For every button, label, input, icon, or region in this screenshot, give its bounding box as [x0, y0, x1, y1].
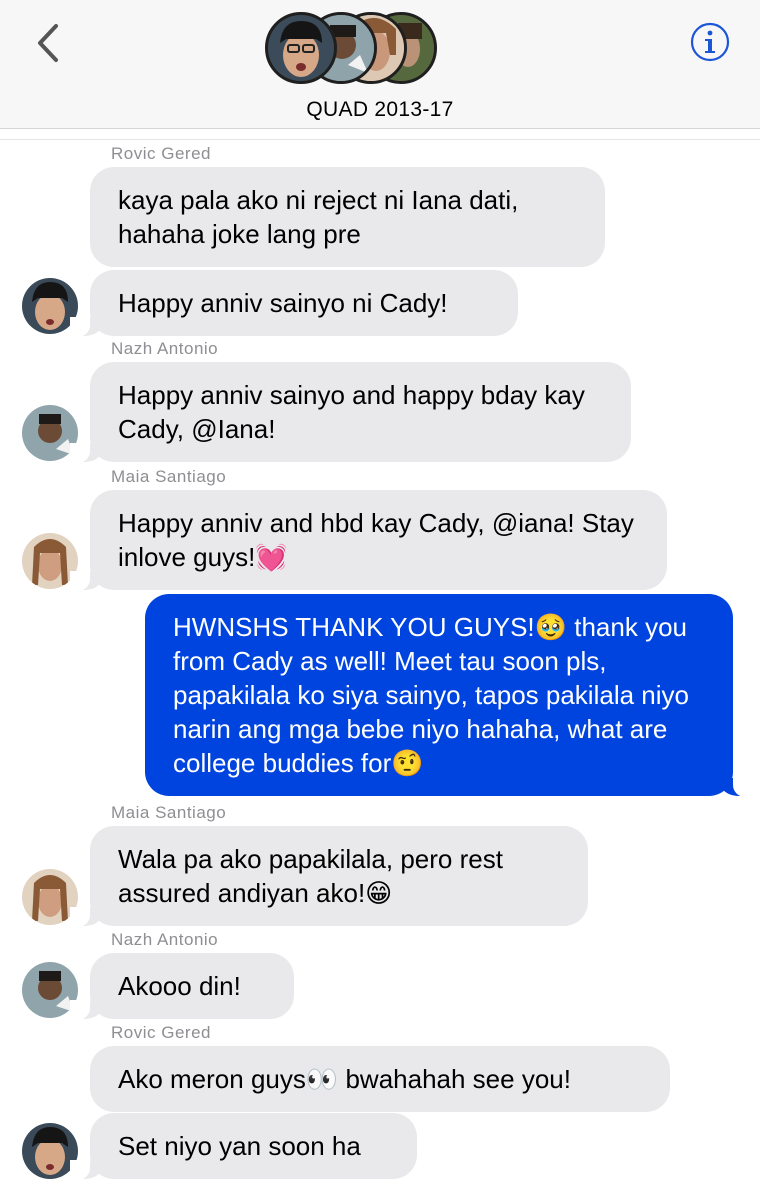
conversation-title[interactable]: QUAD 2013-17 [0, 98, 760, 122]
message-bubble[interactable]: kaya pala ako ni reject ni Iana dati, ha… [90, 167, 605, 267]
avatar [265, 12, 337, 84]
message-bubble[interactable]: Ako meron guys👀 bwahahah see you! [90, 1046, 670, 1112]
message-bubble[interactable]: Happy anniv sainyo ni Cady! [70, 270, 518, 337]
sender-name: Nazh Antonio [111, 339, 219, 358]
message-bubble[interactable]: Happy anniv sainyo and happy bday kay Ca… [70, 362, 631, 463]
sender-name: Nazh Antonio [111, 930, 219, 949]
divider [0, 139, 760, 140]
sender-name: Maia Santiago [111, 467, 227, 486]
message-bubble[interactable]: Set niyo yan soon ha [70, 1113, 417, 1180]
chevron-left-icon [38, 24, 58, 62]
conversation-header: QUAD 2013-17 [0, 0, 760, 129]
info-button[interactable] [690, 22, 730, 62]
message-bubble[interactable]: Happy anniv and hbd kay Cady, @iana! Sta… [70, 490, 667, 591]
message-bubble-outgoing[interactable]: HWNSHS THANK YOU GUYS!🥹 thank you from C… [145, 594, 753, 797]
sender-name: Maia Santiago [111, 803, 227, 822]
message-bubble[interactable]: Wala pa ako papakilala, pero rest assure… [70, 826, 588, 927]
back-button[interactable] [30, 20, 70, 66]
message-bubble[interactable]: Akooo din! [70, 953, 294, 1020]
group-avatars[interactable] [265, 12, 440, 88]
sender-name: Rovic Gered [111, 144, 211, 163]
info-circle-icon [690, 22, 730, 62]
sender-name: Rovic Gered [111, 1023, 211, 1042]
